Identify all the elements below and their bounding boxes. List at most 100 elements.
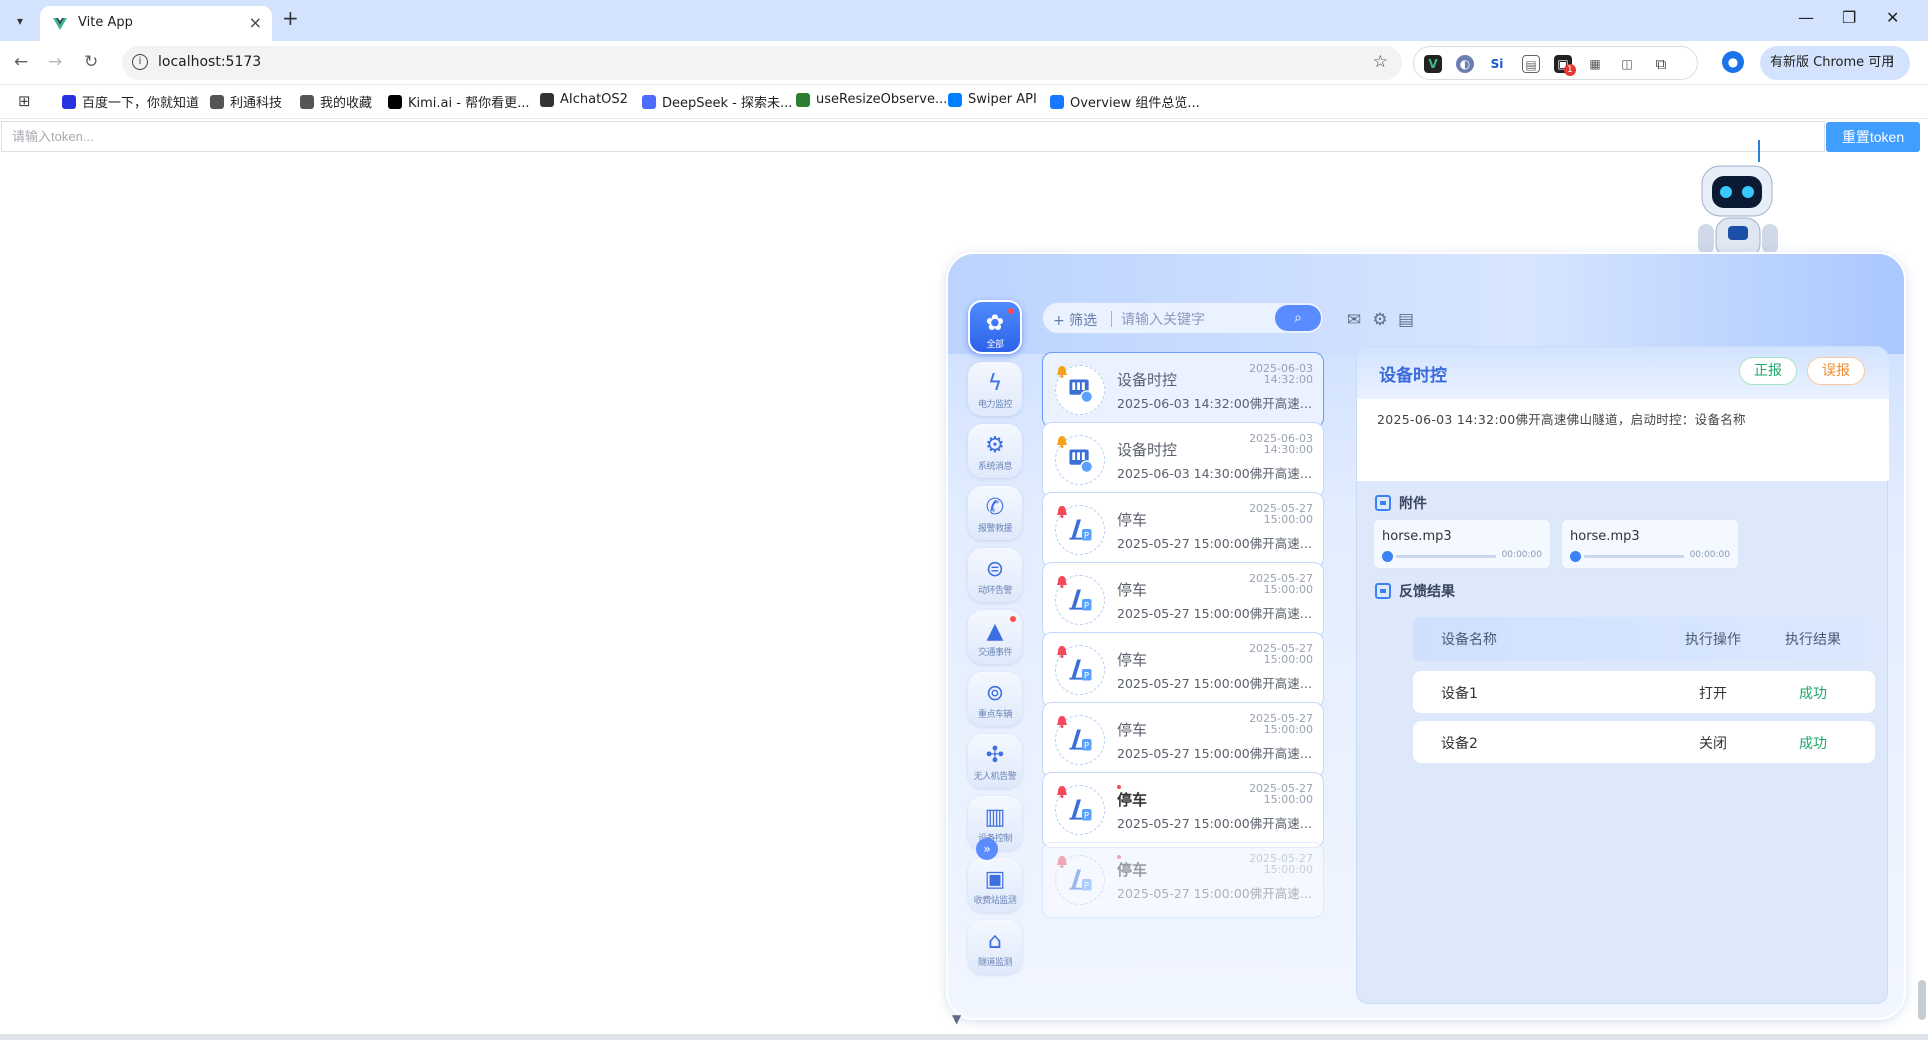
category-gears[interactable]: ⚙ 系统消息 xyxy=(968,424,1022,478)
kimi-icon xyxy=(388,94,402,109)
category-label: 无人机告警 xyxy=(973,772,1017,782)
svg-text:P: P xyxy=(1084,742,1089,752)
browser-toolbar: ← → ↻ i localhost:5173 ☆ V ◐ Si ▤ ▣ 1 ▦ ◫… xyxy=(0,41,1928,85)
url-text[interactable]: localhost:5173 xyxy=(158,54,261,70)
reset-token-button[interactable]: 重置token xyxy=(1826,122,1920,152)
extension-badge: 1 xyxy=(1564,64,1576,76)
site-info-icon[interactable]: i xyxy=(132,54,148,70)
search-icon[interactable]: ⌕ xyxy=(1275,305,1321,331)
message-item[interactable]: P 停车 2025-05-27 15:00:00 2025-05-27 15:00:00… xyxy=(1042,562,1324,638)
search-input[interactable] xyxy=(1121,308,1271,330)
unread-dot xyxy=(1010,616,1016,622)
bookmark-item[interactable]: Overview 组件总览... xyxy=(1050,92,1200,111)
category-toll[interactable]: ▣ 收费站监测 xyxy=(968,858,1022,912)
back-icon[interactable]: ← xyxy=(14,52,28,72)
audio-player[interactable]: horse.mp3 00:00:00 xyxy=(1561,519,1739,569)
audio-progress[interactable] xyxy=(1584,555,1684,558)
svg-text:P: P xyxy=(1084,532,1089,542)
bookmark-label: 百度一下，你就知道 xyxy=(82,96,200,111)
copy-extension-icon[interactable]: ▤ xyxy=(1522,55,1540,73)
message-date: 2025-05-27 15:00:00 xyxy=(1249,783,1313,805)
message-item[interactable]: 设备时控 2025-06-03 14:30:00 2025-06-03 14:30:0… xyxy=(1042,422,1324,498)
message-item[interactable]: 设备时控 2025-06-03 14:32:00 2025-06-03 14:32:0… xyxy=(1042,352,1324,428)
category-label: 交通事件 xyxy=(977,648,1013,658)
filter-button[interactable]: + 筛选 xyxy=(1053,310,1097,330)
bookmark-item[interactable]: Swiper API xyxy=(948,92,1037,107)
vue-devtools-icon[interactable]: V xyxy=(1424,55,1442,73)
play-icon[interactable] xyxy=(1382,551,1393,562)
token-input[interactable] xyxy=(1,121,1825,152)
bookmark-item[interactable]: 利通科技 xyxy=(210,92,282,111)
bookmark-item[interactable]: AIchatOS2 xyxy=(540,92,628,107)
message-item[interactable]: P 停车 2025-05-27 15:00:00 2025-05-27 15:00:00… xyxy=(1042,492,1324,568)
scroll-down-icon[interactable]: ▼ xyxy=(952,1012,961,1026)
alert-bell-icon xyxy=(1057,643,1067,658)
notification-extension-icon[interactable]: ▣ 1 xyxy=(1554,55,1576,76)
restore-icon[interactable]: ❐ xyxy=(1842,8,1856,27)
detail-header: 设备时控 正报 误报 xyxy=(1357,347,1889,399)
category-tunnel[interactable]: ⌂ 隧道监测 xyxy=(968,920,1022,974)
message-item[interactable]: P 停车 2025-05-27 15:00:00 2025-05-27 15:00:00… xyxy=(1042,842,1324,918)
svg-text:P: P xyxy=(1084,812,1089,822)
close-tab-icon[interactable]: × xyxy=(249,13,262,32)
swiper-icon xyxy=(948,92,962,107)
qr-extension-icon[interactable]: ▦ xyxy=(1586,55,1604,73)
mail-icon[interactable]: ✉ xyxy=(1344,310,1364,330)
bookmark-item[interactable]: useResizeObserve... xyxy=(796,92,947,107)
scrollbar[interactable] xyxy=(1918,980,1926,1020)
cone-icon: ▲ xyxy=(986,619,1004,644)
feedback-title: 反馈结果 xyxy=(1399,584,1455,600)
expand-categories-icon[interactable]: » xyxy=(976,838,998,860)
cell-device: 设备2 xyxy=(1441,736,1478,752)
message-title: 停车 xyxy=(1117,651,1148,669)
confirm-report-button[interactable]: 正报 xyxy=(1739,357,1797,385)
puzzle-extension-icon[interactable]: ◫ xyxy=(1618,55,1636,73)
message-date: 2025-06-03 14:30:00 xyxy=(1249,433,1313,455)
svg-text:P: P xyxy=(1084,882,1089,892)
lightning-icon: ϟ xyxy=(987,371,1003,396)
category-drone[interactable]: ✣ 无人机告警 xyxy=(968,734,1022,788)
category-grid[interactable]: ✿ 全部 xyxy=(968,300,1022,354)
message-summary: 2025-05-27 15:00:00佛开高速K123+456 xyxy=(1117,746,1315,761)
category-car[interactable]: ⊚ 重点车辆 xyxy=(968,672,1022,726)
message-item[interactable]: P 停车 2025-05-27 15:00:00 2025-05-27 15:00:00… xyxy=(1042,632,1324,708)
profile-avatar[interactable]: ● xyxy=(1722,51,1744,73)
chrome-update-button[interactable]: 有新版 Chrome 可用 ⋮ xyxy=(1760,46,1910,80)
audio-player[interactable]: horse.mp3 00:00:00 xyxy=(1373,519,1551,569)
bookmark-item[interactable]: DeepSeek - 探索未... xyxy=(642,92,792,111)
forward-icon[interactable]: → xyxy=(48,52,62,72)
category-phone-alert[interactable]: ✆ 报警救援 xyxy=(968,486,1022,540)
minimize-icon[interactable]: — xyxy=(1798,8,1814,27)
bookmark-item[interactable]: 我的收藏 xyxy=(300,92,372,111)
play-icon[interactable] xyxy=(1570,551,1581,562)
message-item[interactable]: P 停车 2025-05-27 15:00:00 2025-05-27 15:00:00… xyxy=(1042,772,1324,848)
report-icon[interactable]: ▤ xyxy=(1396,310,1416,330)
settings-icon[interactable]: ⚙ xyxy=(1370,310,1390,330)
category-label: 电力监控 xyxy=(977,400,1013,410)
detail-content: 2025-06-03 14:32:00佛开高速佛山隧道，启动时控：设备名称 xyxy=(1357,399,1889,481)
si-extension-icon[interactable]: Si xyxy=(1488,55,1506,73)
browser-tab[interactable]: Vite App × xyxy=(40,6,272,41)
reload-icon[interactable]: ↻ xyxy=(84,52,98,72)
category-cone[interactable]: ▲ 交通事件 xyxy=(968,610,1022,664)
window-close-icon[interactable]: ✕ xyxy=(1886,8,1899,27)
unread-dot xyxy=(1008,308,1014,314)
message-title: 停车 xyxy=(1117,511,1148,529)
address-bar[interactable]: i localhost:5173 ☆ xyxy=(122,46,1402,80)
tab-search-button[interactable]: ▾ xyxy=(8,10,32,32)
category-env-alarm[interactable]: ⊜ 动环告警 xyxy=(968,548,1022,602)
bookmark-item[interactable]: 百度一下，你就知道 xyxy=(62,92,199,111)
apps-icon[interactable]: ⊞ xyxy=(18,92,31,110)
category-lightning[interactable]: ϟ 电力监控 xyxy=(968,362,1022,416)
extensions-menu-icon[interactable]: ⧉ xyxy=(1652,55,1670,73)
audio-progress[interactable] xyxy=(1396,555,1496,558)
more-menu-icon[interactable]: ⋮ xyxy=(1885,46,1898,80)
alert-bell-icon xyxy=(1057,713,1067,728)
bookmark-star-icon[interactable]: ☆ xyxy=(1373,52,1388,72)
false-report-button[interactable]: 误报 xyxy=(1807,357,1865,385)
extension-icon[interactable]: ◐ xyxy=(1456,55,1474,73)
message-item[interactable]: P 停车 2025-05-27 15:00:00 2025-05-27 15:00:00… xyxy=(1042,702,1324,778)
cell-device: 设备1 xyxy=(1441,686,1478,702)
bookmark-item[interactable]: Kimi.ai - 帮你看更... xyxy=(388,92,529,111)
new-tab-button[interactable]: + xyxy=(282,6,299,30)
